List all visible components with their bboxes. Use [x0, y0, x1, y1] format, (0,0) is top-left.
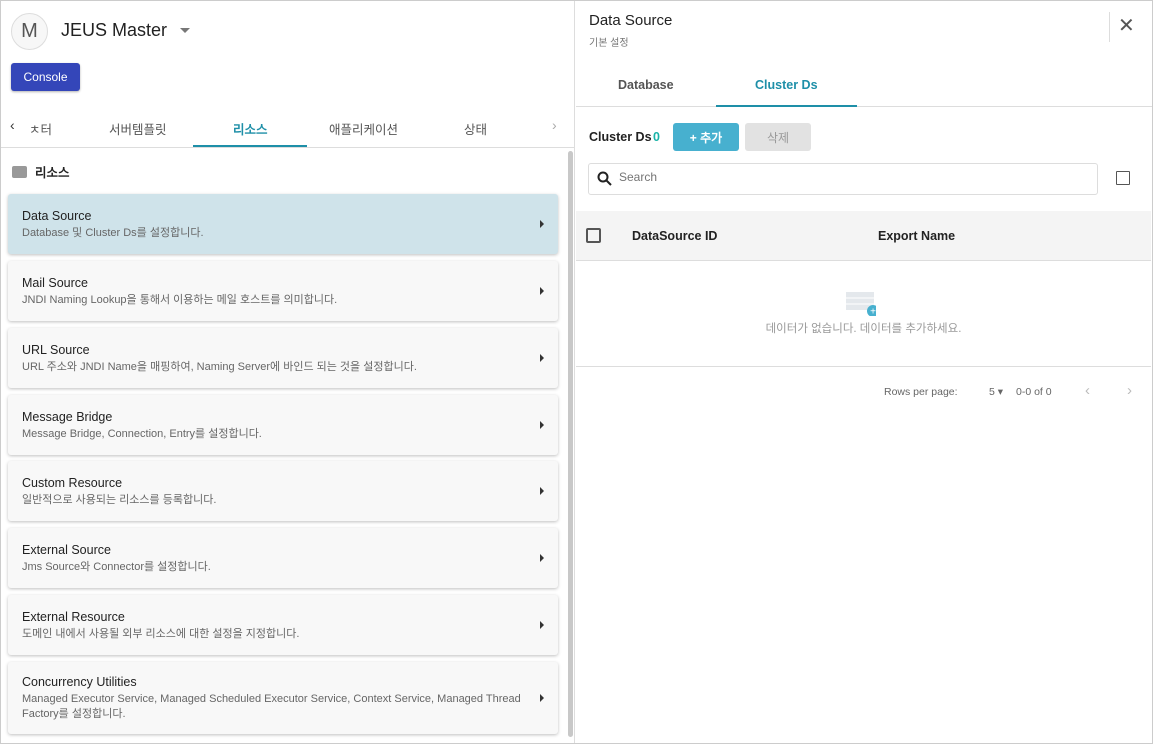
item-description: Jms Source와 Connector를 설정합니다. [22, 561, 211, 573]
delete-button[interactable]: 삭제 [745, 123, 811, 151]
resource-item[interactable]: Mail Source JNDI Naming Lookup을 통해서 이용하는 … [8, 261, 558, 321]
server-title[interactable]: JEUS Master [61, 20, 167, 41]
panel-subtitle: 기본 설정 [589, 38, 629, 49]
avatar: M [11, 13, 48, 50]
right-tab-bar: Database Cluster Ds [576, 66, 1152, 107]
item-description: 도메인 내에서 사용될 외부 리소스에 대한 설정을 지정합니다. [22, 628, 300, 640]
active-tab-indicator [193, 145, 307, 147]
resource-item[interactable]: External Source Jms Source와 Connector를 설정… [8, 528, 558, 588]
page-range: 0-0 of 0 [1016, 386, 1052, 398]
tabs-next-icon[interactable]: › [552, 117, 557, 133]
folder-icon [12, 165, 27, 178]
chevron-right-icon [540, 554, 544, 562]
tab-server-template[interactable]: 서버템플릿 [109, 119, 167, 138]
add-button[interactable]: + 추가 [673, 123, 739, 151]
next-page-icon[interactable]: › [1127, 382, 1132, 399]
chevron-right-icon [540, 287, 544, 295]
section-header: 리소스 [12, 162, 70, 181]
item-name: Data Source [22, 209, 92, 223]
chevron-right-icon [540, 621, 544, 629]
search-input[interactable] [619, 170, 1079, 184]
close-icon[interactable]: ✕ [1118, 16, 1135, 36]
column-export-name[interactable]: Export Name [878, 229, 955, 243]
resource-item[interactable]: Data Source Database 및 Cluster Ds를 설정합니다. [8, 194, 558, 254]
search-box [588, 163, 1098, 195]
count-badge: 0 [653, 130, 660, 144]
tab-bar: ‹ ㅊ터 서버템플릿 리소스 애플리케이션 상태 › [1, 109, 575, 148]
divider [576, 366, 1151, 367]
chevron-right-icon [540, 694, 544, 702]
left-panel: M JEUS Master Console ‹ ㅊ터 서버템플릿 리소스 애플리… [1, 1, 575, 743]
item-name: URL Source [22, 343, 90, 357]
item-name: External Resource [22, 610, 125, 624]
empty-table-icon: + [846, 292, 876, 317]
rows-per-page-label: Rows per page: [884, 386, 958, 398]
item-name: Concurrency Utilities [22, 675, 137, 689]
tab-resource[interactable]: 리소스 [233, 119, 268, 138]
dropdown-caret-icon[interactable] [180, 28, 190, 33]
item-name: Mail Source [22, 276, 88, 290]
resource-item[interactable]: External Resource 도메인 내에서 사용될 외부 리소스에 대한 … [8, 595, 558, 655]
tab-cluster[interactable]: ㅊ터 [29, 119, 52, 138]
divider [1109, 12, 1110, 42]
chevron-right-icon [540, 421, 544, 429]
item-name: External Source [22, 543, 111, 557]
item-description: JNDI Naming Lookup을 통해서 이용하는 메일 호스트를 의미합… [22, 294, 338, 306]
section-title: 리소스 [35, 166, 70, 180]
item-name: Custom Resource [22, 476, 123, 490]
chevron-right-icon [540, 354, 544, 362]
tab-application[interactable]: 애플리케이션 [329, 119, 398, 138]
export-icon[interactable] [1116, 171, 1130, 185]
item-description: Managed Executor Service, Managed Schedu… [22, 693, 521, 720]
select-all-checkbox[interactable] [586, 228, 601, 243]
chevron-right-icon [540, 487, 544, 495]
prev-page-icon[interactable]: ‹ [1085, 382, 1090, 399]
column-datasource-id[interactable]: DataSource ID [632, 229, 717, 243]
tab-database[interactable]: Database [618, 78, 674, 92]
resource-item[interactable]: Message Bridge Message Bridge, Connection… [8, 395, 558, 455]
console-button[interactable]: Console [11, 63, 80, 91]
active-tab-indicator [716, 105, 857, 107]
svg-text:+: + [870, 307, 876, 317]
search-icon [597, 171, 612, 186]
tab-cluster-ds[interactable]: Cluster Ds [755, 78, 818, 92]
resource-item[interactable]: URL Source URL 주소와 JNDI Name을 매핑하여, Namin… [8, 328, 558, 388]
list-label: Cluster Ds [589, 130, 652, 144]
empty-message: 데이터가 없습니다. 데이터를 추가하세요. [765, 323, 962, 335]
scrollbar[interactable] [568, 151, 573, 737]
table-header: DataSource ID Export Name [576, 211, 1151, 261]
rows-per-page-select[interactable]: 5 ▾ [989, 386, 1003, 398]
tabs-prev-icon[interactable]: ‹ [10, 117, 15, 133]
chevron-right-icon [540, 220, 544, 228]
panel-title: Data Source [589, 12, 673, 29]
tab-status[interactable]: 상태 [464, 119, 487, 138]
item-description: Message Bridge, Connection, Entry를 설정합니다… [22, 428, 262, 440]
resource-item[interactable]: Concurrency Utilities Managed Executor Se… [8, 662, 558, 734]
item-name: Message Bridge [22, 410, 113, 424]
item-description: 일반적으로 사용되는 리소스를 등록합니다. [22, 494, 217, 506]
item-description: Database 및 Cluster Ds를 설정합니다. [22, 227, 204, 239]
item-description: URL 주소와 JNDI Name을 매핑하여, Naming Server에 … [22, 361, 417, 373]
resource-item[interactable]: Custom Resource 일반적으로 사용되는 리소스를 등록합니다. [8, 461, 558, 521]
